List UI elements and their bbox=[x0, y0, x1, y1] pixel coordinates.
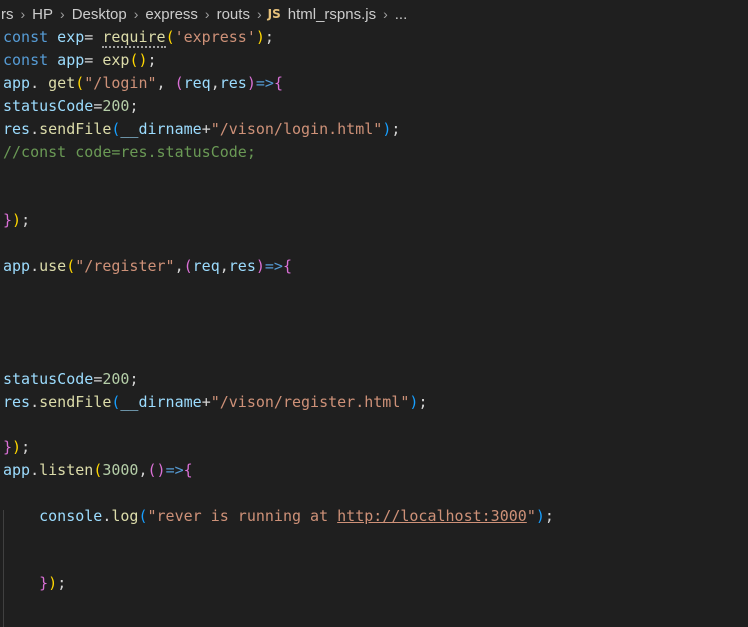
indent-guide bbox=[3, 510, 4, 627]
js-file-icon: JS bbox=[267, 7, 281, 21]
breadcrumb-ellipsis[interactable]: ... bbox=[394, 6, 409, 23]
breadcrumb-item[interactable]: routs bbox=[216, 6, 251, 23]
chevron-right-icon: › bbox=[20, 6, 26, 22]
code-line[interactable]: res.sendFile(__dirname+"/vison/register.… bbox=[3, 391, 427, 413]
breadcrumb-item[interactable]: rs bbox=[0, 6, 15, 23]
chevron-right-icon: › bbox=[256, 6, 262, 22]
chevron-right-icon: › bbox=[204, 6, 210, 22]
code-line[interactable]: statusCode=200; bbox=[3, 95, 138, 117]
breadcrumb: rs › HP › Desktop › express › routs › JS… bbox=[0, 0, 748, 28]
breadcrumb-item[interactable]: express bbox=[144, 6, 199, 23]
code-line[interactable]: }); bbox=[3, 209, 30, 231]
url-link[interactable]: http://localhost:3000 bbox=[337, 507, 527, 525]
code-line[interactable]: statusCode=200; bbox=[3, 368, 138, 390]
chevron-right-icon: › bbox=[383, 6, 388, 22]
code-line[interactable]: console.log("rever is running at http://… bbox=[3, 505, 554, 527]
code-line[interactable]: app.use("/register",(req,res)=>{ bbox=[3, 255, 292, 277]
code-line[interactable]: res.sendFile(__dirname+"/vison/login.htm… bbox=[3, 118, 400, 140]
code-line[interactable]: }); bbox=[3, 572, 66, 594]
code-line[interactable]: app.listen(3000,()=>{ bbox=[3, 459, 193, 481]
breadcrumb-item[interactable]: Desktop bbox=[71, 6, 128, 23]
code-line[interactable]: const exp= require('express'); bbox=[3, 26, 274, 48]
breadcrumb-item[interactable]: HP bbox=[31, 6, 54, 23]
code-line[interactable]: app. get("/login", (req,res)=>{ bbox=[3, 72, 283, 94]
chevron-right-icon: › bbox=[133, 6, 139, 22]
breadcrumb-file[interactable]: html_rspns.js bbox=[287, 6, 377, 23]
chevron-right-icon: › bbox=[60, 6, 65, 22]
code-line[interactable]: }); bbox=[3, 436, 30, 458]
code-editor[interactable]: const exp= require('express'); const app… bbox=[0, 26, 748, 627]
code-line[interactable]: //const code=res.statusCode; bbox=[3, 141, 256, 163]
code-line[interactable]: const app= exp(); bbox=[3, 49, 157, 71]
